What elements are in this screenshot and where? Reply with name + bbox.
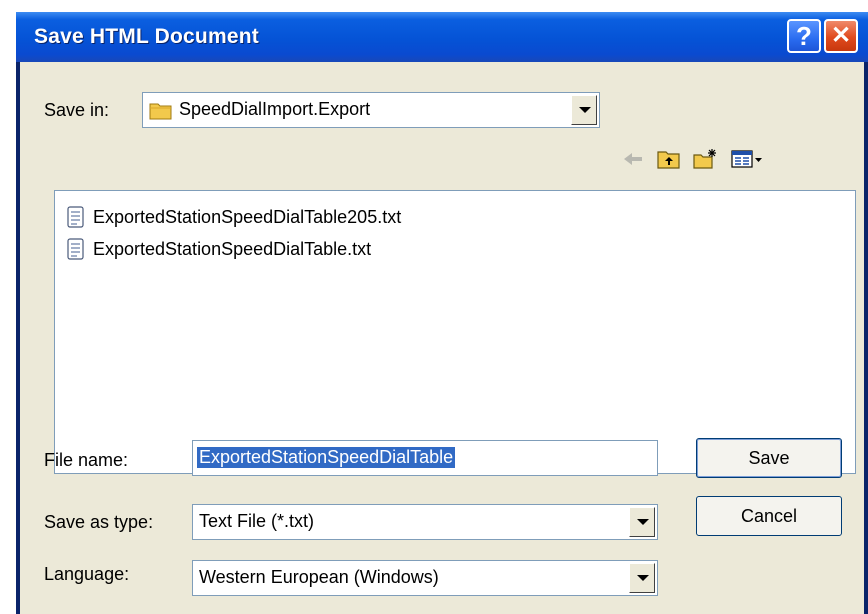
view-menu-icon[interactable] <box>730 148 764 170</box>
save-in-label: Save in: <box>44 100 110 120</box>
save-button[interactable]: Save <box>696 438 842 478</box>
language-label: Language: <box>44 564 130 584</box>
file-name: ExportedStationSpeedDialTable205.txt <box>93 207 402 227</box>
close-button[interactable]: ✕ <box>824 19 858 53</box>
title-bar[interactable]: Save HTML Document ? ✕ <box>16 12 868 62</box>
new-folder-icon[interactable] <box>692 148 718 170</box>
file-list[interactable]: ExportedStationSpeedDialTable205.txt Exp… <box>54 190 856 474</box>
file-name-label: File name: <box>44 450 129 470</box>
file-name: ExportedStationSpeedDialTable.txt <box>93 239 372 259</box>
dialog-title: Save HTML Document <box>34 25 259 48</box>
save-as-type-value: Text File (*.txt) <box>199 511 315 531</box>
folder-icon <box>149 103 172 120</box>
save-as-type-dropdown[interactable]: Text File (*.txt) <box>192 504 658 540</box>
up-one-level-icon[interactable] <box>656 148 682 170</box>
dialog-body: Save in: SpeedDialImport.Export Exported… <box>20 62 864 614</box>
save-dialog: Save HTML Document ? ✕ Save in: SpeedDia… <box>16 12 868 614</box>
language-dropdown[interactable]: Western European (Windows) <box>192 560 658 596</box>
save-in-folder: SpeedDialImport.Export <box>179 99 371 119</box>
text-file-icon <box>67 238 84 260</box>
back-arrow-icon[interactable] <box>620 148 646 170</box>
file-name-input[interactable]: ExportedStationSpeedDialTable <box>192 440 658 476</box>
save-as-type-label: Save as type: <box>44 512 154 532</box>
chevron-down-icon[interactable] <box>571 95 597 125</box>
language-value: Western European (Windows) <box>199 567 439 587</box>
text-file-icon <box>67 206 84 228</box>
chevron-down-icon[interactable] <box>629 563 655 593</box>
file-name-value: ExportedStationSpeedDialTable <box>197 447 456 468</box>
cancel-button[interactable]: Cancel <box>696 496 842 536</box>
save-in-dropdown[interactable]: SpeedDialImport.Export <box>142 92 600 128</box>
help-button[interactable]: ? <box>787 19 821 53</box>
chevron-down-icon[interactable] <box>629 507 655 537</box>
